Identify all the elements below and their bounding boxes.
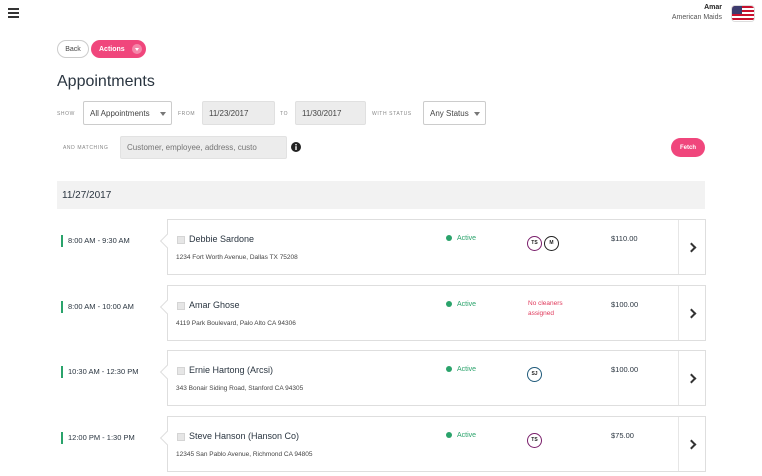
status-dot-icon xyxy=(446,366,452,372)
appointment-time: 10:30 AM - 12:30 PM xyxy=(61,366,138,378)
cleaner-avatars: TS xyxy=(527,428,544,448)
appointment-checkbox[interactable] xyxy=(177,367,185,375)
cleaner-avatars: SJ xyxy=(527,362,544,382)
chevron-down-icon xyxy=(132,44,142,54)
customer-address: 12345 San Pablo Avenue, Richmond CA 9480… xyxy=(176,451,313,458)
chevron-right-icon[interactable] xyxy=(678,286,705,340)
menu-icon[interactable] xyxy=(8,8,19,18)
us-flag-icon[interactable] xyxy=(732,6,754,21)
info-icon[interactable] xyxy=(291,142,301,152)
customer-address: 1234 Fort Worth Avenue, Dallas TX 75208 xyxy=(176,254,298,261)
appointment-price: $100.00 xyxy=(611,365,639,374)
status-dot-icon xyxy=(446,235,452,241)
date-group-label: 11/27/2017 xyxy=(62,190,112,201)
status-text: Active xyxy=(457,301,477,308)
fetch-button[interactable]: Fetch xyxy=(671,138,705,157)
appointment-time: 8:00 AM - 9:30 AM xyxy=(61,235,130,247)
back-button[interactable]: Back xyxy=(57,40,89,58)
cleaner-avatar[interactable]: M xyxy=(544,236,559,251)
search-input[interactable] xyxy=(120,136,287,159)
no-cleaners-warning: No cleaners assigned xyxy=(528,300,563,317)
appointment-price: $100.00 xyxy=(611,300,639,309)
cleaner-avatar[interactable]: TS xyxy=(527,236,542,251)
appointment-checkbox[interactable] xyxy=(177,236,185,244)
actions-label: Actions xyxy=(99,45,125,53)
user-info[interactable]: Amar American Maids xyxy=(672,4,722,21)
appointment-price: $110.00 xyxy=(611,234,638,243)
status-text: Active xyxy=(457,432,477,439)
page-title: Appointments xyxy=(57,73,155,90)
cleaner-avatar[interactable]: TS xyxy=(527,433,542,448)
chevron-right-icon[interactable] xyxy=(678,220,705,274)
appointment-checkbox[interactable] xyxy=(177,302,185,310)
appointment-time: 8:00 AM - 10:00 AM xyxy=(61,301,134,313)
appointment-checkbox[interactable] xyxy=(177,433,185,441)
appointment-card[interactable]: Steve Hanson (Hanson Co) 12345 San Pablo… xyxy=(167,416,706,472)
cleaner-avatars: TS M xyxy=(527,231,561,251)
customer-name[interactable]: Ernie Hartong (Arcsi) xyxy=(189,365,273,375)
appointment-time: 12:00 PM - 1:30 PM xyxy=(61,432,135,444)
status-dot-icon xyxy=(446,432,452,438)
status-text: Active xyxy=(457,366,477,373)
status-badge: Active xyxy=(446,235,476,242)
status-select[interactable]: Any Status xyxy=(423,101,486,125)
from-date-field[interactable]: 11/23/2017 xyxy=(202,101,275,125)
chevron-down-icon xyxy=(474,112,480,116)
status-dot-icon xyxy=(446,301,452,307)
status-badge: Active xyxy=(446,301,476,308)
show-select[interactable]: All Appointments xyxy=(83,101,172,125)
customer-name[interactable]: Debbie Sardone xyxy=(189,234,254,244)
status-text: Active xyxy=(457,235,477,242)
show-label: SHOW xyxy=(57,111,75,117)
show-select-value: All Appointments xyxy=(90,109,150,118)
status-select-value: Any Status xyxy=(430,109,469,118)
chevron-right-icon[interactable] xyxy=(678,351,705,405)
date-group-header: 11/27/2017 xyxy=(57,181,705,209)
status-badge: Active xyxy=(446,366,476,373)
from-label: FROM xyxy=(178,111,196,117)
status-badge: Active xyxy=(446,432,476,439)
matching-label: AND MATCHING xyxy=(63,145,109,151)
chevron-right-icon[interactable] xyxy=(678,417,705,471)
appointment-card[interactable]: Amar Ghose 4119 Park Boulevard, Palo Alt… xyxy=(167,285,706,341)
user-name: Amar xyxy=(704,4,722,11)
to-label: TO xyxy=(280,111,289,117)
actions-button[interactable]: Actions xyxy=(91,40,146,58)
customer-address: 343 Bonair Siding Road, Stanford CA 9430… xyxy=(176,385,304,392)
to-date-field[interactable]: 11/30/2017 xyxy=(295,101,366,125)
customer-name[interactable]: Amar Ghose xyxy=(189,300,240,310)
appointment-card[interactable]: Debbie Sardone 1234 Fort Worth Avenue, D… xyxy=(167,219,706,275)
appointment-price: $75.00 xyxy=(611,431,634,440)
top-bar: Amar American Maids xyxy=(0,0,762,28)
cleaner-avatar[interactable]: SJ xyxy=(527,367,542,382)
user-company: American Maids xyxy=(671,14,722,21)
status-label: WITH STATUS xyxy=(372,111,412,117)
appointment-card[interactable]: Ernie Hartong (Arcsi) 343 Bonair Siding … xyxy=(167,350,706,406)
customer-address: 4119 Park Boulevard, Palo Alto CA 94306 xyxy=(176,320,296,327)
customer-name[interactable]: Steve Hanson (Hanson Co) xyxy=(189,431,299,441)
chevron-down-icon xyxy=(160,112,166,116)
